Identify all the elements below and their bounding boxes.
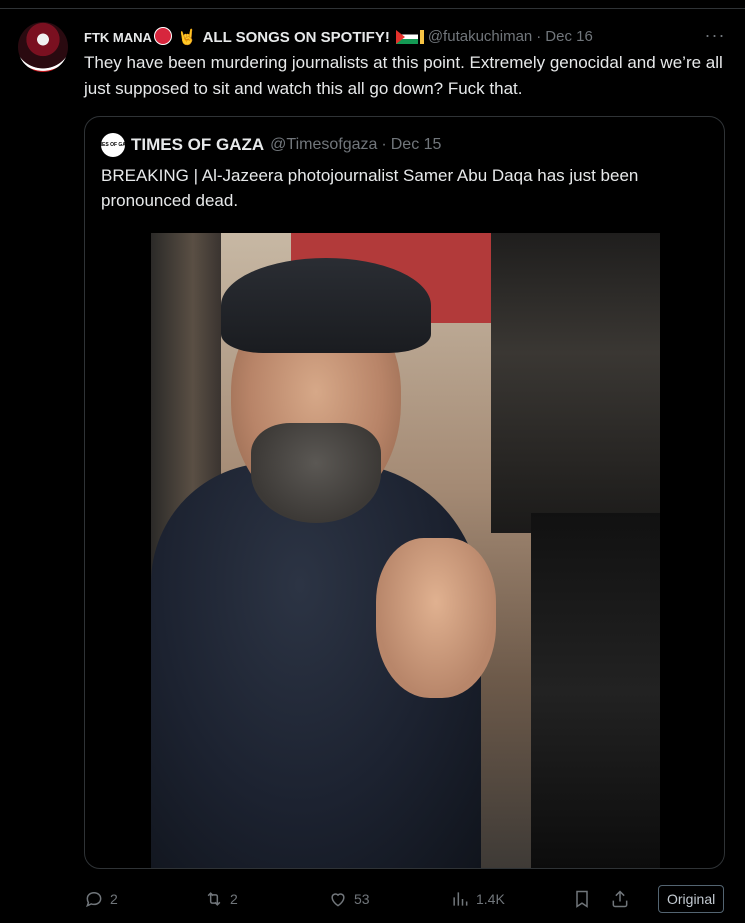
repost-icon xyxy=(207,892,221,906)
tweet-date[interactable]: Dec 16 xyxy=(545,28,593,45)
tweet-text: They have been murdering journalists at … xyxy=(84,53,723,98)
reply-count: 2 xyxy=(110,891,118,907)
reply-icon xyxy=(86,891,102,908)
top-divider xyxy=(0,0,745,9)
tweet-header: FTK MANA 🤘 ALL SONGS ON SPOTIFY! @futakuch… xyxy=(84,26,593,46)
author-avatar[interactable] xyxy=(18,22,68,72)
photo-camera xyxy=(491,233,660,533)
views-button[interactable]: 1.4K xyxy=(450,882,505,916)
stop-sign-emoji-icon xyxy=(153,26,172,45)
pencil-emoji-icon xyxy=(419,29,424,44)
tweet-action-bar: 2 2 53 1.4K Original xyxy=(84,882,729,916)
more-icon[interactable]: ··· xyxy=(704,24,726,46)
quoted-tweet-photo[interactable] xyxy=(151,233,660,868)
repost-count: 2 xyxy=(230,891,238,907)
author-display-name[interactable]: FTK MANA 🤘 ALL SONGS ON SPOTIFY! xyxy=(84,26,428,46)
original-badge[interactable]: Original xyxy=(658,885,725,913)
quoted-author-name: TIMES OF GAZA xyxy=(131,135,265,154)
quoted-tweet-date: Dec 15 xyxy=(390,136,442,153)
separator-dot: · xyxy=(381,136,387,153)
views-icon xyxy=(453,892,468,906)
photo-thumbs-up xyxy=(376,538,496,698)
like-icon xyxy=(331,893,345,907)
bookmark-button[interactable] xyxy=(572,882,598,916)
author-handle[interactable]: @futakuchiman xyxy=(428,28,532,45)
repost-button[interactable]: 2 xyxy=(204,882,238,916)
photo-person-cap xyxy=(221,258,431,353)
quoted-tweet[interactable]: TIMES OF GAZA TIMES OF GAZA @Timesofgaza… xyxy=(84,116,725,869)
reply-button[interactable]: 2 xyxy=(84,882,118,916)
photo-person-beard xyxy=(251,423,381,523)
quoted-author-avatar: TIMES OF GAZA xyxy=(93,133,133,157)
rock-hand-emoji-icon: 🤘 xyxy=(177,28,197,46)
quoted-tweet-text: BREAKING | Al-Jazeera photojournalist Sa… xyxy=(101,166,639,210)
like-button[interactable]: 53 xyxy=(328,882,370,916)
like-count: 53 xyxy=(354,891,370,907)
photo-camera-tripod xyxy=(531,513,660,868)
palestine-flag-emoji-icon xyxy=(395,29,418,44)
bookmark-icon xyxy=(576,890,588,908)
quoted-author-handle: @Timesofgaza xyxy=(270,136,378,153)
share-icon xyxy=(612,890,628,908)
share-button[interactable] xyxy=(610,882,636,916)
quoted-tweet-header: TIMES OF GAZA TIMES OF GAZA @Timesofgaza… xyxy=(93,133,442,157)
views-count: 1.4K xyxy=(476,891,505,907)
separator-dot: · xyxy=(536,27,542,45)
